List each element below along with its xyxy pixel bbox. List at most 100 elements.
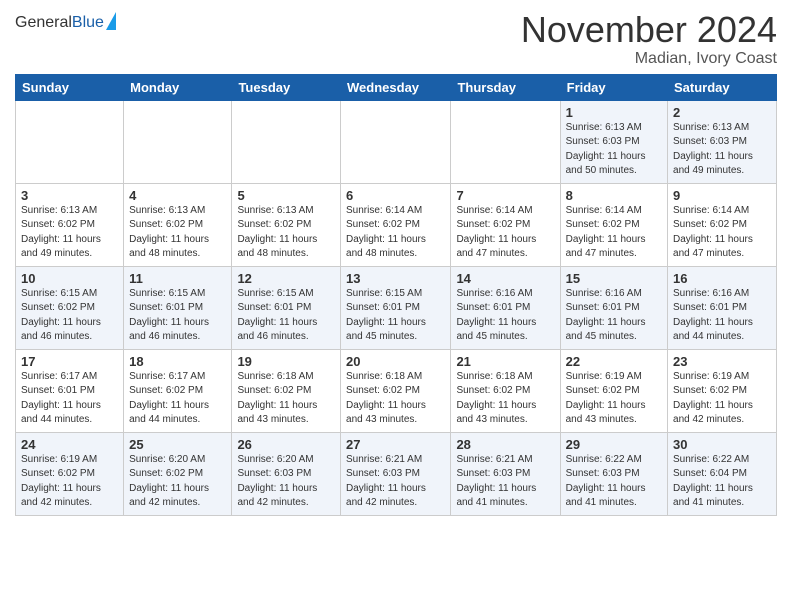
day-number: 30 [673,437,771,452]
weekday-monday: Monday [124,74,232,100]
day-number: 11 [129,271,226,286]
calendar-cell: 27Sunrise: 6:21 AM Sunset: 6:03 PM Dayli… [341,432,451,515]
calendar-cell: 26Sunrise: 6:20 AM Sunset: 6:03 PM Dayli… [232,432,341,515]
calendar-cell [16,100,124,183]
calendar-cell: 21Sunrise: 6:18 AM Sunset: 6:02 PM Dayli… [451,349,560,432]
day-number: 10 [21,271,118,286]
calendar-cell: 6Sunrise: 6:14 AM Sunset: 6:02 PM Daylig… [341,183,451,266]
day-number: 21 [456,354,554,369]
calendar-body: 1Sunrise: 6:13 AM Sunset: 6:03 PM Daylig… [16,100,777,515]
day-info: Sunrise: 6:16 AM Sunset: 6:01 PM Dayligh… [566,287,662,345]
calendar-cell: 1Sunrise: 6:13 AM Sunset: 6:03 PM Daylig… [560,100,667,183]
day-number: 27 [346,437,445,452]
day-info: Sunrise: 6:13 AM Sunset: 6:03 PM Dayligh… [566,121,662,179]
day-number: 23 [673,354,771,369]
calendar-header: SundayMondayTuesdayWednesdayThursdayFrid… [16,74,777,100]
calendar-cell [232,100,341,183]
day-number: 5 [237,188,335,203]
day-info: Sunrise: 6:14 AM Sunset: 6:02 PM Dayligh… [456,204,554,262]
weekday-tuesday: Tuesday [232,74,341,100]
calendar-cell: 15Sunrise: 6:16 AM Sunset: 6:01 PM Dayli… [560,266,667,349]
calendar-week-2: 3Sunrise: 6:13 AM Sunset: 6:02 PM Daylig… [16,183,777,266]
calendar-cell [124,100,232,183]
day-number: 22 [566,354,662,369]
day-info: Sunrise: 6:15 AM Sunset: 6:01 PM Dayligh… [129,287,226,345]
calendar-cell: 10Sunrise: 6:15 AM Sunset: 6:02 PM Dayli… [16,266,124,349]
day-info: Sunrise: 6:16 AM Sunset: 6:01 PM Dayligh… [673,287,771,345]
day-info: Sunrise: 6:22 AM Sunset: 6:04 PM Dayligh… [673,453,771,511]
day-info: Sunrise: 6:13 AM Sunset: 6:02 PM Dayligh… [129,204,226,262]
day-info: Sunrise: 6:20 AM Sunset: 6:02 PM Dayligh… [129,453,226,511]
day-info: Sunrise: 6:20 AM Sunset: 6:03 PM Dayligh… [237,453,335,511]
calendar-cell: 7Sunrise: 6:14 AM Sunset: 6:02 PM Daylig… [451,183,560,266]
calendar-cell: 19Sunrise: 6:18 AM Sunset: 6:02 PM Dayli… [232,349,341,432]
calendar-cell: 28Sunrise: 6:21 AM Sunset: 6:03 PM Dayli… [451,432,560,515]
day-info: Sunrise: 6:17 AM Sunset: 6:02 PM Dayligh… [129,370,226,428]
calendar-week-3: 10Sunrise: 6:15 AM Sunset: 6:02 PM Dayli… [16,266,777,349]
day-number: 15 [566,271,662,286]
day-number: 28 [456,437,554,452]
calendar: SundayMondayTuesdayWednesdayThursdayFrid… [15,74,777,516]
day-number: 25 [129,437,226,452]
calendar-cell: 24Sunrise: 6:19 AM Sunset: 6:02 PM Dayli… [16,432,124,515]
day-info: Sunrise: 6:14 AM Sunset: 6:02 PM Dayligh… [346,204,445,262]
day-info: Sunrise: 6:17 AM Sunset: 6:01 PM Dayligh… [21,370,118,428]
day-info: Sunrise: 6:19 AM Sunset: 6:02 PM Dayligh… [566,370,662,428]
day-info: Sunrise: 6:14 AM Sunset: 6:02 PM Dayligh… [673,204,771,262]
calendar-cell: 29Sunrise: 6:22 AM Sunset: 6:03 PM Dayli… [560,432,667,515]
day-number: 17 [21,354,118,369]
calendar-cell: 3Sunrise: 6:13 AM Sunset: 6:02 PM Daylig… [16,183,124,266]
header: GeneralBlue November 2024 Madian, Ivory … [15,10,777,68]
day-info: Sunrise: 6:18 AM Sunset: 6:02 PM Dayligh… [237,370,335,428]
day-info: Sunrise: 6:13 AM Sunset: 6:02 PM Dayligh… [237,204,335,262]
day-number: 26 [237,437,335,452]
day-info: Sunrise: 6:18 AM Sunset: 6:02 PM Dayligh… [456,370,554,428]
day-number: 14 [456,271,554,286]
day-info: Sunrise: 6:15 AM Sunset: 6:02 PM Dayligh… [21,287,118,345]
logo: GeneralBlue [15,14,116,32]
calendar-week-5: 24Sunrise: 6:19 AM Sunset: 6:02 PM Dayli… [16,432,777,515]
day-number: 9 [673,188,771,203]
day-info: Sunrise: 6:15 AM Sunset: 6:01 PM Dayligh… [346,287,445,345]
calendar-cell: 13Sunrise: 6:15 AM Sunset: 6:01 PM Dayli… [341,266,451,349]
calendar-cell: 22Sunrise: 6:19 AM Sunset: 6:02 PM Dayli… [560,349,667,432]
day-info: Sunrise: 6:13 AM Sunset: 6:02 PM Dayligh… [21,204,118,262]
day-info: Sunrise: 6:14 AM Sunset: 6:02 PM Dayligh… [566,204,662,262]
day-number: 4 [129,188,226,203]
day-info: Sunrise: 6:21 AM Sunset: 6:03 PM Dayligh… [456,453,554,511]
logo-general: General [15,14,72,31]
logo-blue: Blue [72,14,104,31]
weekday-friday: Friday [560,74,667,100]
month-title: November 2024 [521,10,777,50]
day-number: 6 [346,188,445,203]
day-info: Sunrise: 6:19 AM Sunset: 6:02 PM Dayligh… [673,370,771,428]
calendar-cell: 9Sunrise: 6:14 AM Sunset: 6:02 PM Daylig… [668,183,777,266]
calendar-cell [451,100,560,183]
weekday-sunday: Sunday [16,74,124,100]
calendar-cell: 11Sunrise: 6:15 AM Sunset: 6:01 PM Dayli… [124,266,232,349]
day-number: 29 [566,437,662,452]
calendar-cell: 16Sunrise: 6:16 AM Sunset: 6:01 PM Dayli… [668,266,777,349]
day-number: 2 [673,105,771,120]
logo-text: GeneralBlue [15,14,104,32]
day-number: 18 [129,354,226,369]
calendar-cell: 25Sunrise: 6:20 AM Sunset: 6:02 PM Dayli… [124,432,232,515]
day-info: Sunrise: 6:13 AM Sunset: 6:03 PM Dayligh… [673,121,771,179]
day-number: 19 [237,354,335,369]
calendar-cell: 5Sunrise: 6:13 AM Sunset: 6:02 PM Daylig… [232,183,341,266]
weekday-thursday: Thursday [451,74,560,100]
calendar-cell: 8Sunrise: 6:14 AM Sunset: 6:02 PM Daylig… [560,183,667,266]
day-number: 13 [346,271,445,286]
day-number: 20 [346,354,445,369]
calendar-cell: 17Sunrise: 6:17 AM Sunset: 6:01 PM Dayli… [16,349,124,432]
day-number: 1 [566,105,662,120]
day-info: Sunrise: 6:22 AM Sunset: 6:03 PM Dayligh… [566,453,662,511]
day-info: Sunrise: 6:16 AM Sunset: 6:01 PM Dayligh… [456,287,554,345]
calendar-cell: 4Sunrise: 6:13 AM Sunset: 6:02 PM Daylig… [124,183,232,266]
calendar-cell: 12Sunrise: 6:15 AM Sunset: 6:01 PM Dayli… [232,266,341,349]
page: GeneralBlue November 2024 Madian, Ivory … [0,0,792,531]
calendar-cell: 2Sunrise: 6:13 AM Sunset: 6:03 PM Daylig… [668,100,777,183]
calendar-week-1: 1Sunrise: 6:13 AM Sunset: 6:03 PM Daylig… [16,100,777,183]
day-number: 3 [21,188,118,203]
weekday-saturday: Saturday [668,74,777,100]
